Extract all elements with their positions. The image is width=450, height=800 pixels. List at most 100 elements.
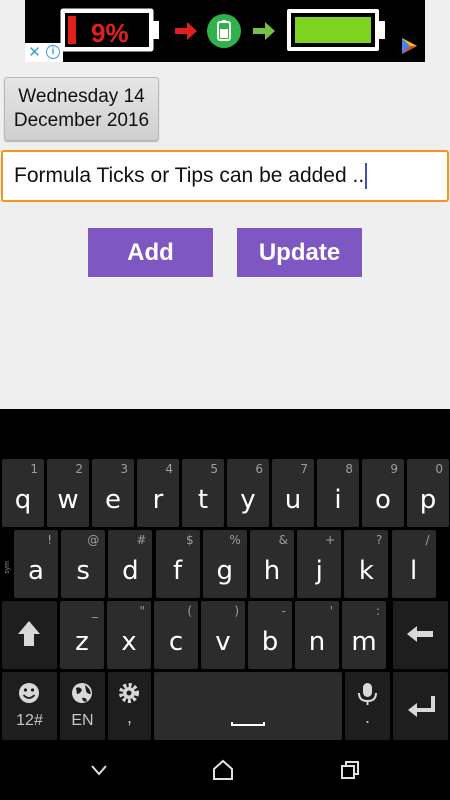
key-letter: k <box>358 556 374 586</box>
key-letter: u <box>284 485 302 515</box>
key-hint: # <box>136 533 147 547</box>
ad-banner[interactable]: 9% <box>25 0 425 62</box>
key-letter: j <box>315 556 323 586</box>
symbols-key-label: 12# <box>16 712 43 729</box>
update-button[interactable]: Update <box>237 228 362 277</box>
key-u[interactable]: 7u <box>272 459 314 527</box>
key-d[interactable]: # d <box>108 530 153 598</box>
key-hint: 1 <box>30 462 38 476</box>
key-letter: w <box>57 485 79 515</box>
key-n[interactable]: ' n <box>295 601 339 669</box>
back-nav-button[interactable] <box>69 740 129 800</box>
key-t[interactable]: 5t <box>182 459 224 527</box>
key-y[interactable]: 6y <box>227 459 269 527</box>
language-key[interactable]: EN <box>60 672 105 740</box>
battery-ad-graphic: 9% <box>60 8 417 54</box>
home-icon <box>213 759 233 780</box>
enter-arrow-icon <box>408 696 435 717</box>
key-hint: _ <box>92 604 98 618</box>
key-o[interactable]: 9o <box>362 459 404 527</box>
key-hint: 0 <box>435 462 443 476</box>
key-hint: ? <box>376 533 383 547</box>
key-hint: / <box>425 533 430 547</box>
ad-info-glyph: i <box>46 45 60 59</box>
key-letter: o <box>375 485 391 515</box>
shift-key[interactable] <box>2 601 57 669</box>
key-j[interactable]: + j <box>297 530 342 598</box>
key-hint: @ <box>87 533 100 547</box>
key-p[interactable]: 0p <box>407 459 449 527</box>
key-letter: g <box>216 556 234 586</box>
key-hint: ) <box>234 604 239 618</box>
key-letter: f <box>173 556 183 586</box>
key-z[interactable]: _ z <box>60 601 104 669</box>
key-hint: 5 <box>210 462 218 476</box>
ad-close-icon[interactable]: ✕ <box>25 43 44 62</box>
battery-low-text: 9% <box>91 18 129 48</box>
key-hint: 7 <box>300 462 308 476</box>
key-hint: ( <box>187 604 192 618</box>
mic-key-hint: . <box>364 707 370 727</box>
key-m[interactable]: :m <box>342 601 386 669</box>
key-b[interactable]: -b <box>248 601 292 669</box>
key-hint: % <box>229 533 241 547</box>
key-letter: z <box>75 627 89 657</box>
key-hint: " <box>139 604 145 618</box>
key-g[interactable]: % g <box>202 530 247 598</box>
space-key[interactable] <box>154 672 342 740</box>
key-letter: b <box>261 627 279 657</box>
date-line2: December 2016 <box>13 110 150 131</box>
key-hint: ' <box>329 604 333 618</box>
key-k[interactable]: ? k <box>344 530 389 598</box>
backspace-key[interactable] <box>393 601 448 669</box>
key-letter: e <box>105 485 121 515</box>
language-key-label: EN <box>71 712 94 729</box>
tips-input-value: Formula Ticks or Tips can be added .. <box>14 164 365 187</box>
enter-key[interactable] <box>393 672 448 740</box>
key-hint: & <box>278 533 288 547</box>
key-a[interactable]: ! a <box>14 530 58 598</box>
key-letter: h <box>263 556 281 586</box>
recents-nav-button[interactable] <box>320 740 380 800</box>
key-letter: l <box>409 556 418 586</box>
keyboard-side-edge: sym <box>0 530 14 598</box>
key-hint: 4 <box>165 462 173 476</box>
key-letter: m <box>351 627 377 657</box>
key-hint: $ <box>185 533 194 547</box>
key-e[interactable]: 3e <box>92 459 134 527</box>
key-v[interactable]: ) v <box>201 601 245 669</box>
settings-key[interactable]: , <box>108 672 151 740</box>
key-letter: a <box>28 556 44 586</box>
key-hint: 3 <box>120 462 128 476</box>
key-letter: r <box>152 485 164 515</box>
globe-icon <box>72 683 92 703</box>
key-f[interactable]: $ f <box>155 530 200 598</box>
key-letter: s <box>76 556 90 586</box>
key-letter: q <box>14 485 32 515</box>
home-nav-button[interactable] <box>193 740 253 800</box>
key-hint: : <box>375 604 380 618</box>
tips-input[interactable]: Formula Ticks or Tips can be added .. <box>1 150 449 202</box>
key-hint: + <box>325 533 336 547</box>
key-r[interactable]: 4r <box>137 459 179 527</box>
key-s[interactable]: @ s <box>61 530 106 598</box>
key-q[interactable]: 1q <box>2 459 44 527</box>
key-c[interactable]: (c <box>154 601 198 669</box>
key-h[interactable]: & h <box>250 530 294 598</box>
key-hint: - <box>281 604 286 618</box>
text-cursor <box>365 163 368 189</box>
symbols-key[interactable]: 12# <box>2 672 57 740</box>
ad-info-icon[interactable]: i <box>44 43 63 62</box>
add-button[interactable]: Add <box>88 228 213 277</box>
key-i[interactable]: 8i <box>317 459 359 527</box>
key-x[interactable]: " x <box>107 601 151 669</box>
keyboard-side-label: sym <box>3 561 11 574</box>
key-hint: 2 <box>75 462 83 476</box>
key-w[interactable]: 2w <box>47 459 89 527</box>
mic-key[interactable]: . <box>345 672 390 740</box>
backspace-arrow-icon <box>407 626 433 642</box>
key-l[interactable]: / l <box>391 530 436 598</box>
date-button[interactable]: Wednesday 14 December 2016 <box>4 77 159 141</box>
gear-icon <box>119 683 139 703</box>
soft-keyboard: 1q2w3e4r5t6y7u8i9o0p ! a @ s # d $ f% g & h + j? k / l … <box>0 409 450 740</box>
